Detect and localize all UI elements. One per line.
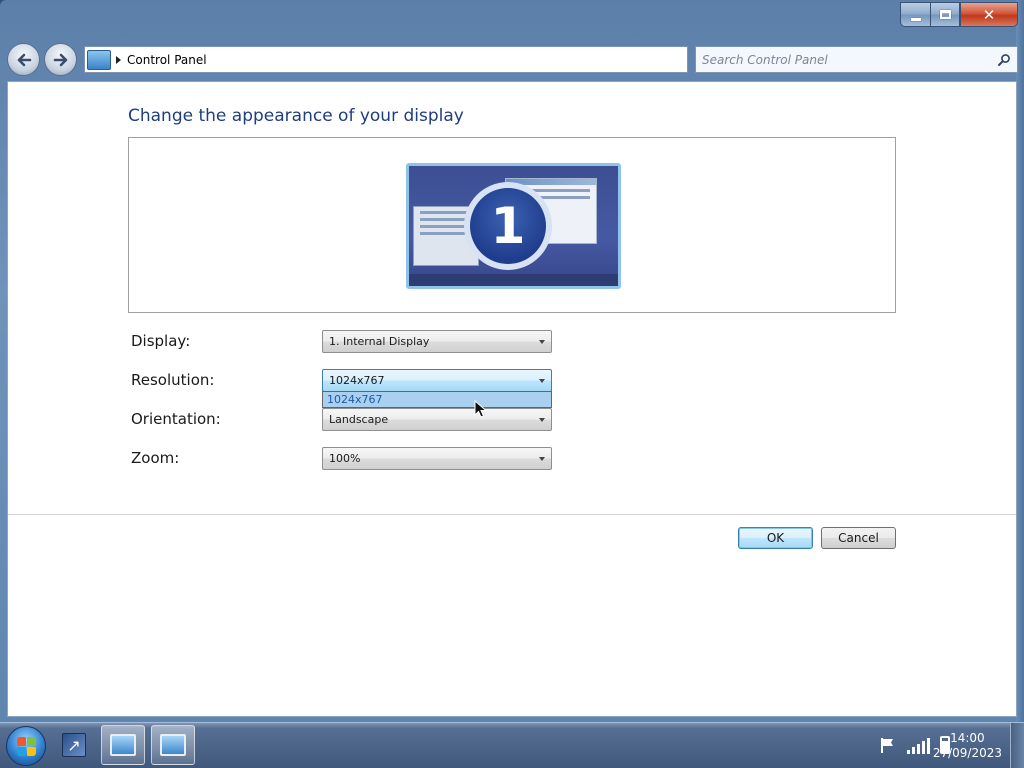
- resolution-dropdown-list: 1024x767: [322, 391, 552, 408]
- page-title: Change the appearance of your display: [128, 106, 464, 126]
- display-select[interactable]: 1. Internal Display: [322, 330, 552, 353]
- forward-button[interactable]: [44, 43, 77, 76]
- chevron-down-icon: [539, 379, 545, 383]
- resolution-select-value: 1024x767: [329, 374, 385, 387]
- chevron-down-icon: [539, 418, 545, 422]
- address-bar[interactable]: Control Panel: [84, 46, 688, 73]
- network-signal-icon[interactable]: [907, 738, 930, 754]
- control-panel-icon: [87, 49, 111, 70]
- search-box: [695, 46, 1018, 73]
- minimize-icon: [910, 17, 921, 21]
- chevron-down-icon: [539, 457, 545, 461]
- control-panel-window: ✕ Control Panel Change the appearance of…: [0, 0, 1024, 722]
- close-button[interactable]: ✕: [960, 2, 1018, 27]
- orientation-label: Orientation:: [131, 410, 221, 428]
- maximize-button[interactable]: [930, 2, 960, 27]
- search-input[interactable]: [702, 52, 982, 67]
- chevron-down-icon: [539, 340, 545, 344]
- monitor-number-badge: 1: [464, 182, 552, 270]
- clock-date: 27/09/2023: [932, 746, 1002, 760]
- cancel-button[interactable]: Cancel: [821, 527, 896, 549]
- taskbar: ↗ 14:00 27/09/2023: [0, 722, 1024, 768]
- windows-logo-icon: [16, 736, 26, 746]
- control-panel-icon: [160, 734, 186, 756]
- shortcut-icon: ↗: [62, 733, 86, 757]
- resolution-select[interactable]: 1024x767: [322, 369, 552, 392]
- taskbar-app-control-panel[interactable]: [151, 725, 195, 765]
- caption-buttons: ✕: [900, 2, 1018, 27]
- breadcrumb-control-panel[interactable]: Control Panel: [127, 53, 207, 67]
- resolution-label: Resolution:: [131, 371, 215, 389]
- forward-arrow-icon: [53, 53, 67, 66]
- minimize-button[interactable]: [900, 2, 930, 27]
- display-settings-icon: [110, 734, 136, 756]
- zoom-select-value: 100%: [329, 452, 361, 465]
- back-button[interactable]: [7, 43, 40, 76]
- divider: [8, 514, 1016, 515]
- start-button[interactable]: [6, 726, 46, 766]
- preview-taskbar: [409, 274, 618, 286]
- taskbar-app-shortcut[interactable]: ↗: [52, 725, 96, 765]
- close-icon: ✕: [982, 5, 996, 24]
- monitor-1[interactable]: 1: [406, 163, 621, 289]
- show-desktop-button[interactable]: [1010, 723, 1024, 768]
- mouse-cursor-icon: [474, 400, 488, 418]
- display-preview: 1: [128, 137, 896, 313]
- ok-button[interactable]: OK: [738, 527, 813, 549]
- breadcrumb-chevron-icon[interactable]: [116, 55, 121, 64]
- maximize-icon: [939, 10, 951, 19]
- content-area: Change the appearance of your display 1 …: [7, 81, 1017, 717]
- clock-time: 14:00: [950, 731, 985, 745]
- zoom-label: Zoom:: [131, 449, 180, 467]
- orientation-select[interactable]: Landscape: [322, 408, 552, 431]
- clock[interactable]: 14:00 27/09/2023: [933, 731, 1002, 761]
- display-select-value: 1. Internal Display: [329, 335, 430, 348]
- resolution-option[interactable]: 1024x767: [323, 392, 551, 407]
- zoom-select[interactable]: 100%: [322, 447, 552, 470]
- back-arrow-icon: [17, 53, 31, 66]
- display-label: Display:: [131, 332, 191, 350]
- window-frame: [1016, 0, 1024, 722]
- search-icon[interactable]: [997, 53, 1011, 67]
- taskbar-app-display[interactable]: [101, 725, 145, 765]
- action-center-flag-icon[interactable]: [879, 736, 897, 754]
- orientation-select-value: Landscape: [329, 413, 389, 426]
